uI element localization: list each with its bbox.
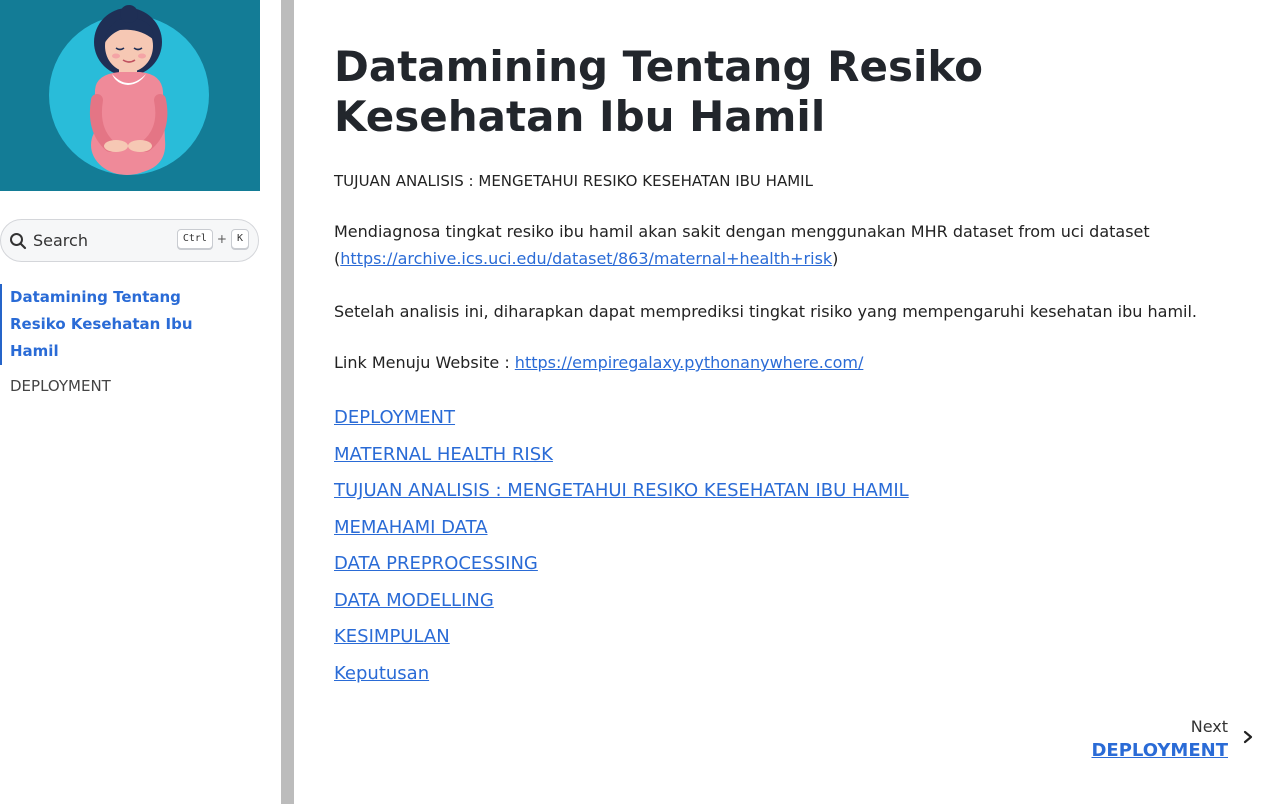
chevron-right-icon[interactable] <box>1241 728 1255 746</box>
next-label: Next <box>1190 717 1228 736</box>
sidebar-item-deployment[interactable]: DEPLOYMENT <box>0 373 260 400</box>
shortcut-key-ctrl: Ctrl <box>176 229 213 249</box>
outcome-text: Setelah analisis ini, diharapkan dapat m… <box>334 302 1198 321</box>
search-shortcut: Ctrl + K <box>176 229 249 249</box>
intro-link-line: (https://archive.ics.uci.edu/dataset/863… <box>334 245 1150 272</box>
toc-link-keputusan[interactable]: Keputusan <box>334 656 909 693</box>
next-page-link[interactable]: Next DEPLOYMENT <box>1091 716 1228 764</box>
page-title: Datamining Tentang Resiko Kesehatan Ibu … <box>334 42 984 141</box>
website-label: Link Menuju Website : <box>334 353 515 372</box>
website-paragraph: Link Menuju Website : https://empiregala… <box>334 349 863 376</box>
sidebar-item-home[interactable]: Datamining Tentang Resiko Kesehatan Ibu … <box>0 284 230 365</box>
search-label: Search <box>33 231 88 250</box>
dataset-link[interactable]: https://archive.ics.uci.edu/dataset/863/… <box>340 249 832 268</box>
toc-link-maternal-health-risk[interactable]: MATERNAL HEALTH RISK <box>334 437 909 474</box>
toc-link-data-modelling[interactable]: DATA MODELLING <box>334 583 909 620</box>
sidebar-divider-scrollbar[interactable] <box>278 0 298 804</box>
pregnant-woman-illustration <box>49 5 209 175</box>
toc-link-data-preprocessing[interactable]: DATA PREPROCESSING <box>334 546 909 583</box>
shortcut-plus: + <box>216 232 227 246</box>
toc-link-tujuan-analisis[interactable]: TUJUAN ANALISIS : MENGETAHUI RESIKO KESE… <box>334 473 909 510</box>
toc-link-deployment[interactable]: DEPLOYMENT <box>334 400 909 437</box>
website-link[interactable]: https://empiregalaxy.pythonanywhere.com/ <box>515 353 864 372</box>
next-title[interactable]: DEPLOYMENT <box>1091 738 1228 764</box>
toc-link-kesimpulan[interactable]: KESIMPULAN <box>334 619 909 656</box>
logo[interactable] <box>0 0 260 191</box>
intro-paren-close: ) <box>832 249 839 268</box>
intro-paragraph: Mendiagnosa tingkat resiko ibu hamil aka… <box>334 218 1150 272</box>
intro-text: Mendiagnosa tingkat resiko ibu hamil aka… <box>334 222 1150 241</box>
table-of-contents: DEPLOYMENT MATERNAL HEALTH RISK TUJUAN A… <box>334 400 909 692</box>
sidebar: Search Ctrl + K Datamining Tentang Resik… <box>0 0 280 804</box>
search-icon <box>10 232 27 249</box>
scrollbar-thumb[interactable] <box>281 0 294 804</box>
shortcut-key-k: K <box>230 229 249 249</box>
search-box[interactable]: Search Ctrl + K <box>0 219 259 262</box>
sidebar-nav: Datamining Tentang Resiko Kesehatan Ibu … <box>0 284 260 400</box>
toc-link-memahami-data[interactable]: MEMAHAMI DATA <box>334 510 909 547</box>
analysis-goal-text: TUJUAN ANALISIS : MENGETAHUI RESIKO KESE… <box>334 172 813 190</box>
